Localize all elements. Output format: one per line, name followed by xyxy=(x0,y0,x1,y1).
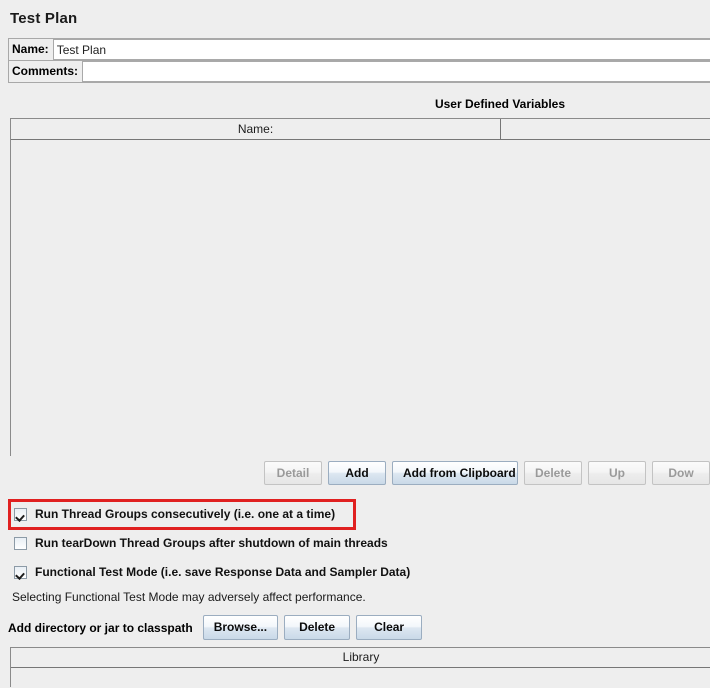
column-header-library[interactable]: Library xyxy=(11,648,710,668)
classpath-row: Add directory or jar to classpath Browse… xyxy=(8,615,423,640)
column-header-name[interactable]: Name: xyxy=(11,119,501,139)
table-body[interactable] xyxy=(11,140,710,456)
delete-button[interactable]: Delete xyxy=(524,461,582,485)
option-label: Run tearDown Thread Groups after shutdow… xyxy=(35,536,388,550)
option-run-teardown-thread-groups[interactable]: Run tearDown Thread Groups after shutdow… xyxy=(14,534,388,552)
name-input[interactable] xyxy=(52,39,710,60)
page-title: Test Plan xyxy=(10,10,78,27)
library-table-body[interactable] xyxy=(11,668,710,688)
checkbox-icon[interactable] xyxy=(14,565,27,579)
comments-input[interactable] xyxy=(82,61,710,82)
option-label: Functional Test Mode (i.e. save Response… xyxy=(35,565,411,579)
checkbox-icon[interactable] xyxy=(14,536,27,550)
functional-test-mode-warning: Selecting Functional Test Mode may adver… xyxy=(12,590,366,604)
browse-button[interactable]: Browse... xyxy=(202,615,279,640)
comments-label: Comments: xyxy=(12,64,79,78)
comments-row: Comments: xyxy=(8,60,710,83)
column-header-value[interactable] xyxy=(501,119,710,139)
variable-action-buttons: Detail Add Add from Clipboard Delete Up … xyxy=(0,461,710,485)
detail-button[interactable]: Detail xyxy=(264,461,322,485)
library-table: Library xyxy=(10,647,710,688)
up-button[interactable]: Up xyxy=(588,461,646,485)
add-button[interactable]: Add xyxy=(328,461,386,485)
classpath-clear-button[interactable]: Clear xyxy=(356,615,423,640)
option-functional-test-mode[interactable]: Functional Test Mode (i.e. save Response… xyxy=(14,563,410,581)
add-from-clipboard-button[interactable]: Add from Clipboard xyxy=(392,461,518,485)
down-button[interactable]: Dow xyxy=(652,461,710,485)
option-label: Run Thread Groups consecutively (i.e. on… xyxy=(35,507,336,521)
table-header-row: Name: xyxy=(11,119,710,140)
user-defined-variables-table: Name: xyxy=(10,118,710,456)
user-defined-variables-title: User Defined Variables xyxy=(434,97,566,111)
name-label: Name: xyxy=(12,42,49,56)
classpath-label: Add directory or jar to classpath xyxy=(8,620,193,635)
classpath-delete-button[interactable]: Delete xyxy=(284,615,351,640)
option-run-thread-groups-consecutively[interactable]: Run Thread Groups consecutively (i.e. on… xyxy=(14,505,335,523)
name-row: Name: xyxy=(8,38,710,60)
checkbox-icon[interactable] xyxy=(14,507,27,521)
